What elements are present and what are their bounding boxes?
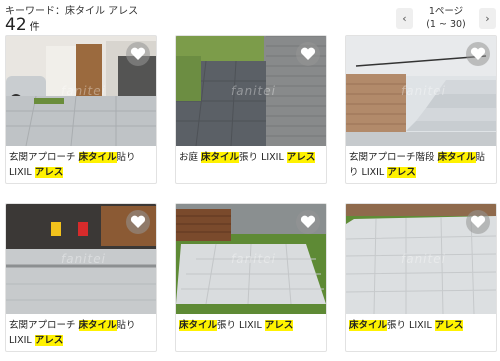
prev-page-button[interactable]: ‹	[396, 8, 413, 29]
photo-watermark: fanitei	[231, 252, 276, 266]
card-photo: fanitei	[6, 204, 156, 314]
caption-highlight: 床タイル	[78, 152, 117, 163]
caption-highlight: 床タイル	[78, 320, 117, 331]
caption-text: 張り LIXIL	[217, 320, 265, 331]
next-page-button[interactable]: ›	[479, 8, 496, 29]
card-caption: 床タイル張り LIXIL アレス	[179, 318, 324, 333]
pagination: ‹ 1ページ (1 ~ 30) ›	[396, 4, 496, 32]
photo-card[interactable]: fanitei 玄関アプローチ階段 床タイル貼り LIXIL アレス	[345, 35, 497, 184]
caption-highlight: アレス	[34, 167, 64, 178]
card-photo: fanitei	[346, 36, 496, 146]
card-caption: 玄関アプローチ 床タイル貼り LIXIL アレス	[9, 150, 154, 180]
favorite-heart-icon[interactable]	[466, 210, 490, 234]
result-count: 42 件	[5, 15, 40, 35]
caption-highlight: 床タイル	[201, 152, 240, 163]
card-caption: 玄関アプローチ階段 床タイル貼り LIXIL アレス	[349, 150, 494, 180]
photo-watermark: fanitei	[401, 84, 446, 98]
caption-highlight: アレス	[286, 152, 316, 163]
photo-card[interactable]: fanitei 玄関アプローチ 床タイル貼り LIXIL アレス	[5, 35, 157, 184]
favorite-heart-icon[interactable]	[466, 42, 490, 66]
caption-highlight: アレス	[434, 320, 464, 331]
photo-card[interactable]: fanitei 玄関アプローチ 床タイル貼り LIXIL アレス	[5, 203, 157, 352]
photo-card[interactable]: fanitei お庭 床タイル張り LIXIL アレス	[175, 35, 327, 184]
chevron-right-icon: ›	[485, 12, 490, 25]
caption-highlight: 床タイル	[179, 320, 218, 331]
caption-highlight: アレス	[264, 320, 294, 331]
results-header: キーワード：床タイル アレス 42 件 ‹ 1ページ (1 ~ 30) ›	[0, 0, 500, 36]
photo-watermark: fanitei	[231, 84, 276, 98]
result-count-number: 42	[5, 15, 27, 35]
card-caption: 玄関アプローチ 床タイル貼り LIXIL アレス	[9, 318, 154, 348]
caption-text: お庭	[179, 152, 202, 163]
photo-card[interactable]: fanitei 床タイル張り LIXIL アレス	[175, 203, 327, 352]
favorite-heart-icon[interactable]	[296, 42, 320, 66]
page-range: (1 ~ 30)	[426, 19, 466, 30]
result-count-unit: 件	[29, 22, 40, 33]
caption-text: 張り LIXIL	[239, 152, 287, 163]
favorite-heart-icon[interactable]	[126, 42, 150, 66]
card-caption: 床タイル張り LIXIL アレス	[349, 318, 494, 333]
chevron-left-icon: ‹	[402, 12, 407, 25]
photo-card[interactable]: fanitei 床タイル張り LIXIL アレス	[345, 203, 497, 352]
card-photo: fanitei	[346, 204, 496, 314]
card-photo: fanitei	[176, 36, 326, 146]
caption-highlight: アレス	[34, 335, 64, 346]
photo-watermark: fanitei	[61, 252, 106, 266]
caption-highlight: 床タイル	[349, 320, 388, 331]
page-info: 1ページ (1 ~ 30)	[415, 5, 477, 31]
caption-highlight: 床タイル	[437, 152, 476, 163]
card-photo: fanitei	[176, 204, 326, 314]
photo-watermark: fanitei	[401, 252, 446, 266]
caption-text: 玄関アプローチ階段	[349, 152, 438, 163]
card-caption: お庭 床タイル張り LIXIL アレス	[179, 150, 324, 165]
caption-text: 張り LIXIL	[387, 320, 435, 331]
caption-highlight: アレス	[387, 167, 416, 178]
photo-watermark: fanitei	[61, 84, 106, 98]
card-photo: fanitei	[6, 36, 156, 146]
page-label: 1ページ	[428, 6, 464, 17]
caption-text: 玄関アプローチ	[9, 320, 79, 331]
favorite-heart-icon[interactable]	[296, 210, 320, 234]
caption-text: 玄関アプローチ	[9, 152, 79, 163]
favorite-heart-icon[interactable]	[126, 210, 150, 234]
